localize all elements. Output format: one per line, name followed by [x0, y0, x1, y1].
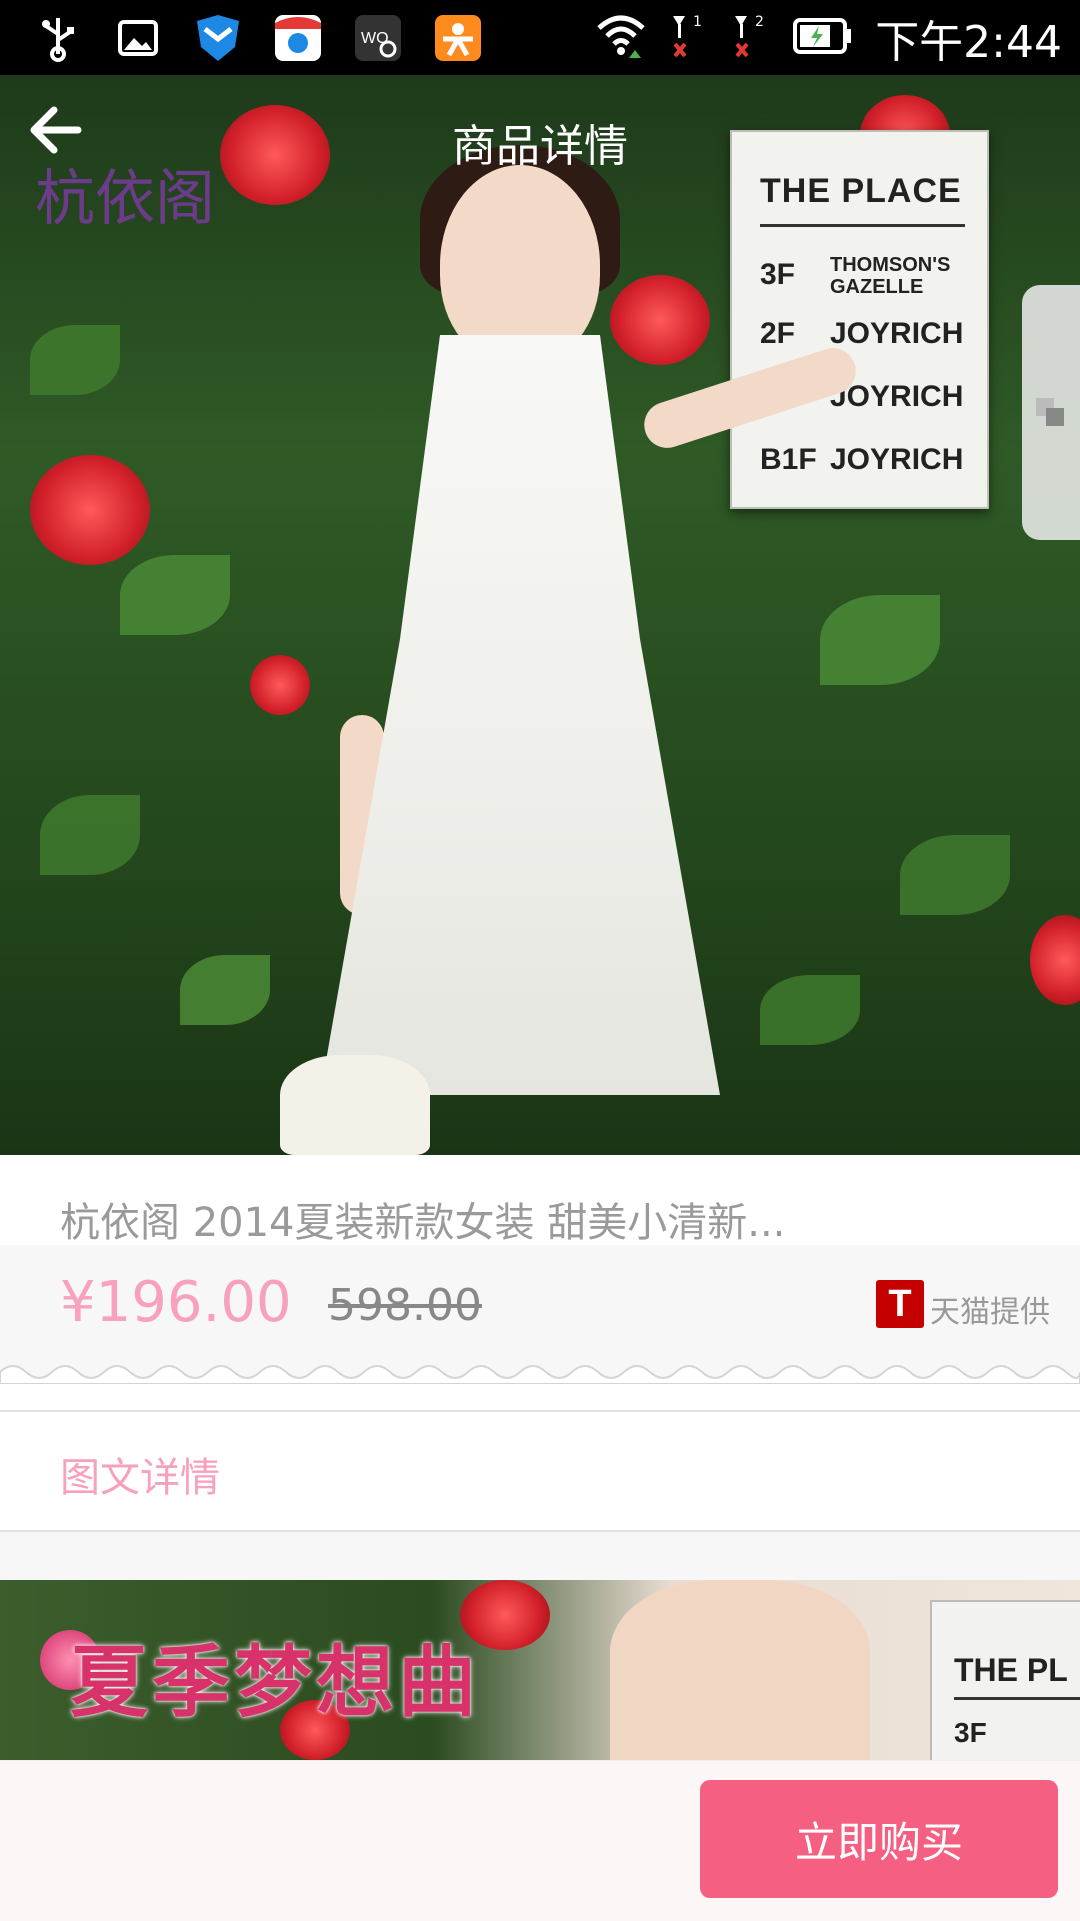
white-dress: [320, 335, 720, 1095]
current-price: ¥196.00: [60, 1270, 292, 1335]
store-directory-sign: THE PL 3F: [930, 1600, 1080, 1760]
shield-app-icon: [190, 10, 246, 66]
sign-title: THE PLACE: [760, 172, 962, 210]
red-flower: [250, 655, 310, 715]
banner-title: 夏季梦想曲: [70, 1637, 481, 1728]
buy-now-button[interactable]: 立即购买: [700, 1780, 1058, 1898]
sign-row: B1F JOYRICH: [760, 443, 964, 476]
promo-banner: 夏季梦想曲 THE PL 3F: [0, 1580, 1080, 1760]
wo-app-icon: WO: [350, 10, 406, 66]
sign-floor: 3F: [954, 1717, 987, 1748]
original-price: 598.00: [328, 1280, 482, 1331]
orange-app-icon: [430, 10, 486, 66]
signal-1-icon: 1: [669, 12, 709, 64]
provider-label: 天猫提供: [930, 1295, 1050, 1330]
svg-text:1: 1: [693, 14, 702, 30]
foliage: [820, 595, 940, 685]
red-flower: [610, 275, 710, 365]
foliage: [760, 975, 860, 1045]
red-flower: [1030, 915, 1080, 1005]
foliage: [30, 325, 120, 395]
sign-divider: [760, 224, 965, 227]
foliage: [900, 835, 1010, 915]
sign-title: THE PL: [954, 1652, 1068, 1688]
sign-divider: [954, 1697, 1080, 1700]
store-app-icon: [270, 10, 326, 66]
spacer: [0, 1532, 1080, 1580]
foliage: [120, 555, 230, 635]
wifi-icon: [595, 14, 647, 62]
gallery-icon: [110, 10, 166, 66]
side-panel-handle[interactable]: [1022, 285, 1080, 540]
scalloped-divider: [0, 1365, 1080, 1384]
divider: [0, 1410, 1080, 1412]
product-title: 杭依阁 2014夏装新款女装 甜美小清新...: [60, 1200, 786, 1246]
foliage: [180, 955, 270, 1025]
signal-2-icon: 2: [731, 12, 771, 64]
usb-icon: [30, 10, 86, 66]
sign-row: 3F THOMSON'S GAZELLE: [760, 254, 951, 298]
copy-icon: [1036, 397, 1064, 426]
sign-row: 2F JOYRICH: [760, 317, 964, 350]
foliage: [40, 795, 140, 875]
model-face: [610, 1580, 870, 1760]
status-time: 下午2:44: [875, 16, 1062, 68]
page-title: 商品详情: [452, 121, 628, 172]
product-main-image[interactable]: 杭依阁 THE PLACE 3F THOMSON'S GAZELLE 2F JOYR…: [0, 75, 1080, 1155]
status-bar: WO 1 2 下午2:44: [0, 0, 1080, 75]
battery-icon: [793, 16, 853, 60]
tmall-icon: T: [876, 1280, 924, 1328]
tab-image-text-details[interactable]: 图文详情: [60, 1445, 220, 1503]
svg-text:2: 2: [755, 14, 764, 30]
store-directory-sign: THE PLACE 3F THOMSON'S GAZELLE 2F JOYRICH …: [730, 130, 989, 509]
pearl-handbag: [280, 1055, 430, 1155]
red-flower: [30, 455, 150, 565]
